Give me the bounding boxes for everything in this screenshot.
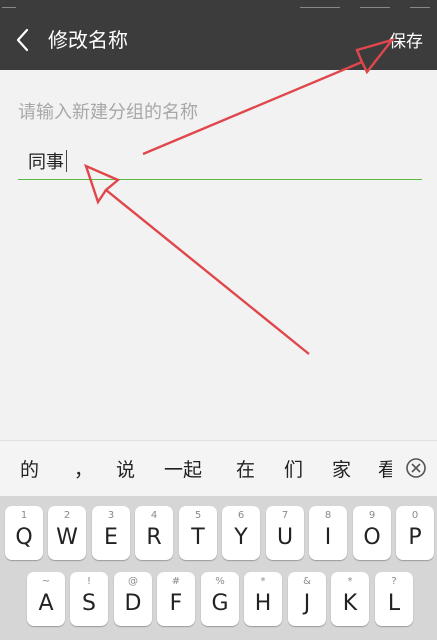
key-sub-label: 0 (411, 510, 419, 521)
text-cursor (66, 150, 67, 172)
key-f[interactable]: # F (157, 572, 195, 626)
key-label: F (169, 591, 183, 616)
input-hint-label: 请输入新建分组的名称 (18, 102, 198, 123)
candidate-item[interactable]: 说 (116, 458, 135, 482)
status-bar (0, 0, 437, 8)
key-sub-label: 5 (194, 510, 202, 521)
key-p[interactable]: 0P (396, 506, 434, 560)
arrow-to-input (84, 163, 310, 355)
key-sub-label: 3 (107, 510, 115, 521)
key-sub-label: 1 (20, 510, 28, 521)
candidate-item[interactable]: ， (74, 458, 93, 482)
save-button[interactable]: 保存 (389, 30, 423, 54)
key-h[interactable]: * H (244, 572, 282, 626)
key-i[interactable]: 8I (309, 506, 347, 560)
key-t[interactable]: 5T (179, 506, 217, 560)
key-label: Y (234, 525, 248, 550)
candidate-item[interactable]: 一起 (164, 458, 202, 482)
key-g[interactable]: % G (201, 572, 239, 626)
key-label: Q (15, 525, 33, 550)
key-sub-label: 4 (150, 510, 158, 521)
key-label: A (38, 591, 54, 616)
key-label: G (211, 591, 229, 616)
key-label: R (146, 525, 162, 550)
key-sub-label: 6 (237, 510, 245, 521)
key-sub-label: # (171, 576, 181, 587)
key-s[interactable]: ! S (70, 572, 108, 626)
key-sub-label: ! (86, 576, 91, 587)
key-label: H (254, 591, 272, 616)
key-sub-label: 8 (324, 510, 332, 521)
key-label: J (303, 591, 311, 616)
key-label: D (124, 591, 142, 616)
key-e[interactable]: 3E (92, 506, 130, 560)
key-sub-label: % (215, 576, 225, 587)
key-y[interactable]: 6Y (222, 506, 260, 560)
group-name-input[interactable] (28, 146, 418, 176)
key-label: P (408, 525, 422, 550)
key-d[interactable]: @ D (114, 572, 152, 626)
back-arrow-icon[interactable] (12, 26, 34, 54)
soft-keyboard: 1Q 2W 3E 4R 5T 6Y 7U 8I 9O 0P ~ A ! S @ D #… (0, 496, 437, 640)
status-bar-icons (2, 7, 430, 8)
key-a[interactable]: ~ A (27, 572, 65, 626)
candidate-item[interactable]: 在 (236, 458, 255, 482)
key-j[interactable]: & J (288, 572, 326, 626)
key-sub-label: & (303, 576, 311, 587)
close-candidates-icon[interactable] (404, 456, 428, 480)
key-l[interactable]: ? L (375, 572, 413, 626)
candidate-item[interactable]: 看 (378, 458, 392, 482)
key-label: I (324, 525, 332, 550)
key-sub-label: 9 (368, 510, 376, 521)
candidate-item[interactable]: 们 (284, 458, 303, 482)
key-label: T (191, 525, 205, 550)
key-label: E (104, 525, 118, 550)
candidate-bar (0, 440, 437, 497)
input-underline (18, 179, 422, 180)
key-r[interactable]: 4R (135, 506, 173, 560)
key-label: K (342, 591, 358, 616)
key-sub-label: ? (391, 576, 397, 587)
key-q[interactable]: 1Q (5, 506, 43, 560)
key-label: U (276, 525, 294, 550)
key-w[interactable]: 2W (48, 506, 86, 560)
key-sub-label: 7 (281, 510, 289, 521)
key-label: S (82, 591, 96, 616)
key-sub-label: * (347, 576, 353, 587)
key-u[interactable]: 7U (266, 506, 304, 560)
page-title: 修改名称 (48, 28, 128, 52)
key-sub-label: ~ (41, 576, 51, 587)
key-sub-label: 2 (63, 510, 71, 521)
key-sub-label: @ (128, 576, 138, 587)
key-sub-label: * (260, 576, 266, 587)
key-label: O (363, 525, 381, 550)
title-bar: 修改名称 保存 (0, 0, 437, 70)
candidate-item[interactable]: 的 (20, 458, 39, 482)
key-k[interactable]: * K (331, 572, 369, 626)
candidate-item[interactable]: 家 (332, 458, 351, 482)
key-label: L (387, 591, 401, 616)
key-label: W (56, 525, 78, 550)
key-o[interactable]: 9O (353, 506, 391, 560)
